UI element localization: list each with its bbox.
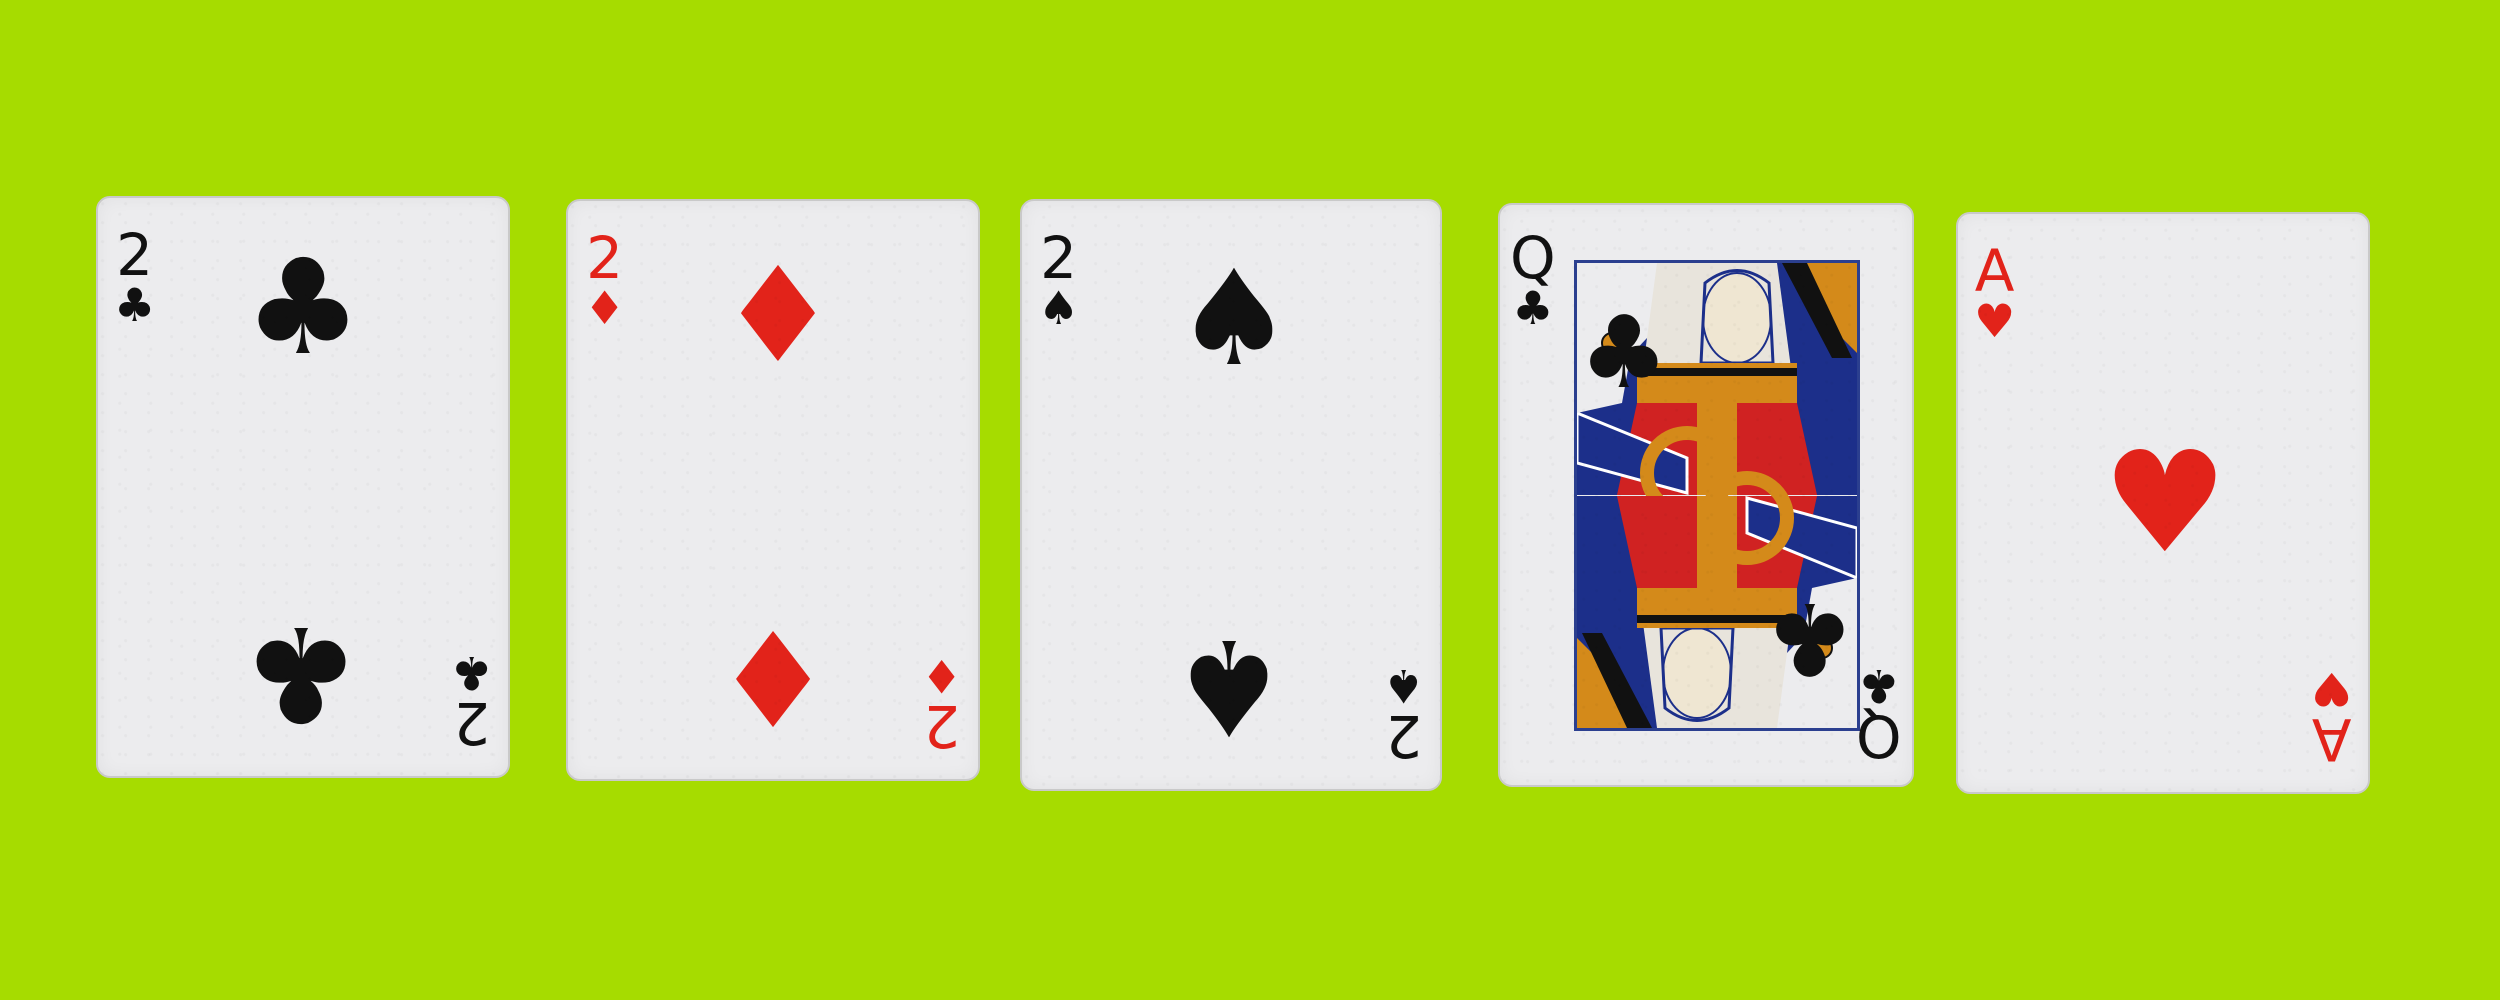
- card-index-bottom: 2 ♠: [1382, 659, 1424, 770]
- diamond-icon: ♦: [718, 239, 838, 393]
- club-icon: ♣: [114, 278, 156, 332]
- card-index-top: A ♥: [1974, 237, 2016, 348]
- heart-icon: ♥: [2310, 662, 2352, 716]
- club-icon: ♣: [241, 596, 361, 750]
- card-index-top: 2 ♣: [114, 221, 156, 332]
- card-index-bottom: 2 ♣: [450, 646, 492, 757]
- club-icon: ♣: [243, 231, 363, 385]
- card-index-bottom: 2 ♦: [920, 649, 962, 760]
- card-index-top: 2 ♦: [584, 224, 626, 335]
- card-queen-of-clubs: Q ♣ ♣ ♣ Q ♣: [1498, 203, 1914, 787]
- card-index-bottom: Q ♣: [1856, 659, 1902, 770]
- spade-icon: ♠: [1382, 659, 1424, 713]
- club-icon: ♣: [450, 646, 492, 700]
- club-icon: ♣: [1765, 580, 1855, 697]
- card-index-top: Q ♣: [1510, 224, 1556, 335]
- card-ace-of-hearts: A ♥ ♥ A ♥: [1956, 212, 2370, 794]
- queen-face-illustration: ♣ ♣: [1574, 260, 1860, 731]
- heart-icon: ♥: [1974, 294, 2016, 348]
- spade-icon: ♠: [1038, 281, 1080, 335]
- spade-icon: ♠: [1174, 242, 1294, 396]
- card-index-bottom: A ♥: [2310, 662, 2352, 773]
- spade-icon: ♠: [1169, 609, 1289, 763]
- club-icon: ♣: [1579, 294, 1669, 411]
- diamond-icon: ♦: [584, 281, 626, 335]
- heart-icon: ♥: [2102, 422, 2228, 585]
- card-index-top: 2 ♠: [1038, 224, 1080, 335]
- club-icon: ♣: [1512, 281, 1554, 335]
- card-two-of-diamonds: 2 ♦ ♦ ♦ 2 ♦: [566, 199, 980, 781]
- diamond-icon: ♦: [713, 599, 833, 753]
- card-two-of-spades: 2 ♠ ♠ ♠ 2 ♠: [1020, 199, 1442, 791]
- club-icon: ♣: [1858, 659, 1900, 713]
- card-two-of-clubs: 2 ♣ ♣ ♣ 2 ♣: [96, 196, 510, 778]
- diamond-icon: ♦: [920, 649, 962, 703]
